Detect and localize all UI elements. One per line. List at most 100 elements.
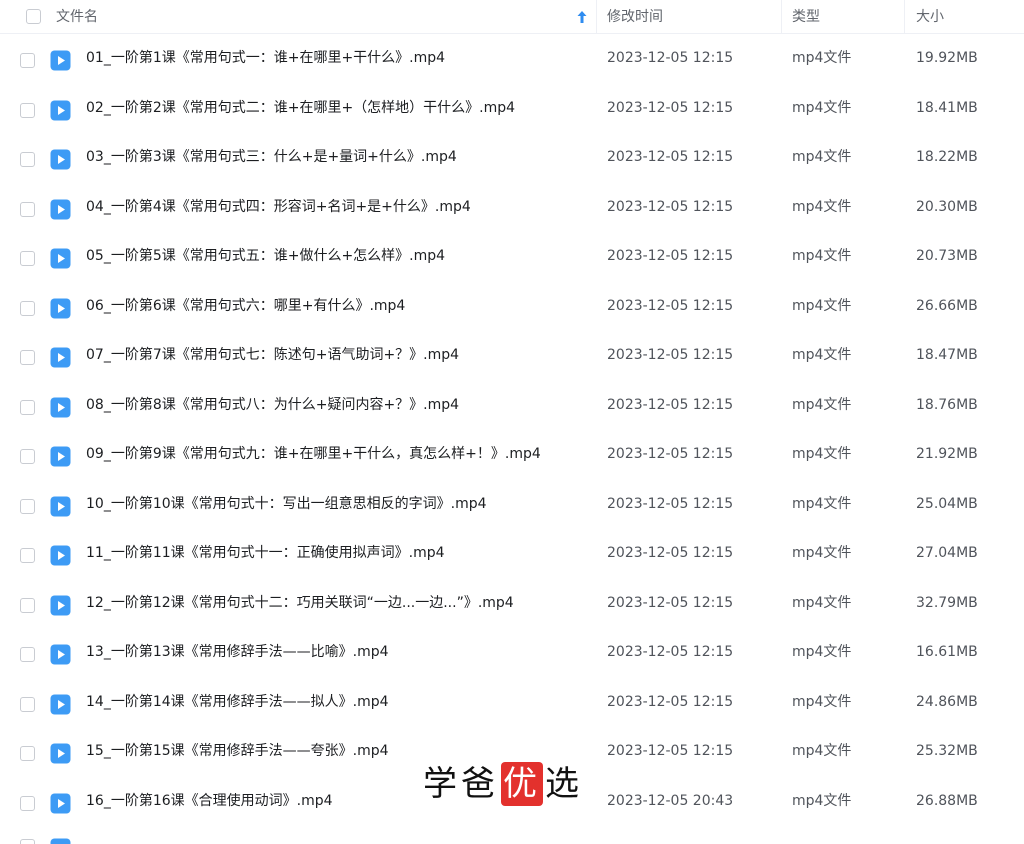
row-checkbox[interactable] (20, 102, 35, 118)
file-name[interactable]: 16_一阶第16课《合理使用动词》.mp4 (86, 777, 333, 827)
file-size: 26.88MB (916, 792, 978, 809)
header-modified-time[interactable]: 修改时间 (607, 0, 663, 34)
file-name[interactable]: 09_一阶第9课《常用句式九：谁+在哪里+干什么，真怎么样+！》.mp4 (86, 430, 541, 480)
file-type: mp4文件 (792, 545, 852, 561)
file-name[interactable]: 12_一阶第12课《常用句式十二：巧用关联词“一边...一边...”》.mp4 (86, 579, 514, 629)
file-modified-time: 2023-12-05 12:15 (607, 149, 734, 165)
file-row[interactable]: 03_一阶第3课《常用句式三：什么+是+量词+什么》.mp4 2023-12-0… (0, 133, 1024, 183)
sort-ascending-icon[interactable] (576, 10, 588, 24)
file-name[interactable]: 05_一阶第5课《常用句式五：谁+做什么+怎么样》.mp4 (86, 232, 445, 282)
header-size[interactable]: 大小 (916, 0, 944, 34)
row-checkbox[interactable] (20, 152, 35, 167)
file-name[interactable]: 14_一阶第14课《常用修辞手法——拟人》.mp4 (86, 678, 389, 728)
file-type: mp4文件 (792, 792, 852, 809)
file-row[interactable]: 04_一阶第4课《常用句式四：形容词+名词+是+什么》.mp4 2023-12-… (0, 183, 1024, 233)
file-row[interactable]: 09_一阶第9课《常用句式九：谁+在哪里+干什么，真怎么样+！》.mp4 202… (0, 430, 1024, 480)
file-type: mp4文件 (792, 743, 852, 759)
file-row[interactable]: 10_一阶第10课《常用句式十：写出一组意思相反的字词》.mp4 2023-12… (0, 480, 1024, 530)
file-type: mp4文件 (792, 248, 852, 264)
file-name[interactable]: 01_一阶第1课《常用句式一：谁+在哪里+干什么》.mp4 (86, 34, 445, 84)
file-row-partial[interactable] (0, 828, 1024, 844)
file-size: 25.32MB (916, 743, 978, 759)
file-type: mp4文件 (792, 99, 852, 116)
row-checkbox[interactable] (20, 597, 35, 613)
file-name[interactable]: 03_一阶第3课《常用句式三：什么+是+量词+什么》.mp4 (86, 133, 457, 183)
file-size: 18.47MB (916, 347, 978, 363)
video-file-icon (50, 793, 71, 813)
row-checkbox[interactable] (20, 696, 35, 712)
watermark-text-1: 学爸 (423, 764, 499, 804)
watermark-text-2: 选 (545, 764, 583, 804)
file-type: mp4文件 (792, 446, 852, 462)
file-name[interactable]: 06_一阶第6课《常用句式六：哪里+有什么》.mp4 (86, 282, 405, 332)
row-checkbox[interactable] (20, 498, 35, 514)
select-all-checkbox[interactable] (26, 9, 41, 24)
file-row[interactable]: 08_一阶第8课《常用句式八：为什么+疑问内容+？》.mp4 2023-12-0… (0, 381, 1024, 431)
file-modified-time: 2023-12-05 12:15 (607, 495, 734, 512)
video-file-icon (50, 248, 71, 269)
file-size: 27.04MB (916, 545, 978, 561)
video-file-icon (50, 694, 71, 714)
file-list-header: 文件名 修改时间 类型 大小 (0, 0, 1024, 34)
file-modified-time: 2023-12-05 12:15 (607, 50, 734, 66)
file-name[interactable]: 08_一阶第8课《常用句式八：为什么+疑问内容+？》.mp4 (86, 381, 459, 431)
video-file-icon (50, 743, 71, 764)
file-modified-time: 2023-12-05 12:15 (607, 446, 734, 462)
file-modified-time: 2023-12-05 12:15 (607, 644, 734, 660)
file-modified-time: 2023-12-05 12:15 (607, 594, 734, 611)
file-type: mp4文件 (792, 149, 852, 165)
watermark-logo: 学爸优选 (423, 762, 583, 806)
file-size: 20.30MB (916, 198, 978, 215)
file-modified-time: 2023-12-05 12:15 (607, 198, 734, 215)
file-row[interactable]: 14_一阶第14课《常用修辞手法——拟人》.mp4 2023-12-05 12:… (0, 678, 1024, 728)
file-modified-time: 2023-12-05 12:15 (607, 545, 734, 561)
row-checkbox[interactable] (20, 839, 35, 844)
column-divider[interactable] (904, 0, 905, 34)
file-type: mp4文件 (792, 594, 852, 611)
row-checkbox[interactable] (20, 746, 35, 761)
file-name[interactable]: 04_一阶第4课《常用句式四：形容词+名词+是+什么》.mp4 (86, 183, 471, 233)
file-size: 18.41MB (916, 99, 978, 116)
file-modified-time: 2023-12-05 20:43 (607, 792, 734, 809)
column-divider[interactable] (596, 0, 597, 34)
file-row[interactable]: 07_一阶第7课《常用句式七：陈述句+语气助词+？》.mp4 2023-12-0… (0, 331, 1024, 381)
row-checkbox[interactable] (20, 201, 35, 217)
file-row[interactable]: 05_一阶第5课《常用句式五：谁+做什么+怎么样》.mp4 2023-12-05… (0, 232, 1024, 282)
file-name[interactable]: 07_一阶第7课《常用句式七：陈述句+语气助词+？》.mp4 (86, 331, 459, 381)
file-size: 26.66MB (916, 297, 978, 314)
file-modified-time: 2023-12-05 12:15 (607, 347, 734, 363)
file-row[interactable]: 02_一阶第2课《常用句式二：谁+在哪里+（怎样地）干什么》.mp4 2023-… (0, 84, 1024, 134)
header-name[interactable]: 文件名 (56, 0, 98, 34)
file-type: mp4文件 (792, 347, 852, 363)
file-row[interactable]: 13_一阶第13课《常用修辞手法——比喻》.mp4 2023-12-05 12:… (0, 628, 1024, 678)
file-size: 24.86MB (916, 693, 978, 710)
file-name[interactable]: 10_一阶第10课《常用句式十：写出一组意思相反的字词》.mp4 (86, 480, 487, 530)
file-type: mp4文件 (792, 198, 852, 215)
header-type[interactable]: 类型 (792, 0, 820, 34)
watermark-highlight: 优 (501, 762, 543, 806)
video-file-icon (50, 199, 71, 219)
file-size: 19.92MB (916, 50, 978, 66)
file-modified-time: 2023-12-05 12:15 (607, 396, 734, 413)
file-name[interactable]: 02_一阶第2课《常用句式二：谁+在哪里+（怎样地）干什么》.mp4 (86, 84, 515, 134)
row-checkbox[interactable] (20, 399, 35, 415)
file-row[interactable]: 12_一阶第12课《常用句式十二：巧用关联词“一边...一边...”》.mp4 … (0, 579, 1024, 629)
file-name[interactable]: 15_一阶第15课《常用修辞手法——夸张》.mp4 (86, 727, 389, 777)
row-checkbox[interactable] (20, 251, 35, 266)
row-checkbox[interactable] (20, 449, 35, 464)
file-row[interactable]: 01_一阶第1课《常用句式一：谁+在哪里+干什么》.mp4 2023-12-05… (0, 34, 1024, 84)
row-checkbox[interactable] (20, 300, 35, 316)
row-checkbox[interactable] (20, 548, 35, 563)
video-file-icon (50, 446, 71, 467)
file-size: 16.61MB (916, 644, 978, 660)
file-name[interactable]: 13_一阶第13课《常用修辞手法——比喻》.mp4 (86, 628, 389, 678)
file-row[interactable]: 06_一阶第6课《常用句式六：哪里+有什么》.mp4 2023-12-05 12… (0, 282, 1024, 332)
file-row[interactable]: 11_一阶第11课《常用句式十一：正确使用拟声词》.mp4 2023-12-05… (0, 529, 1024, 579)
column-divider[interactable] (781, 0, 782, 34)
row-checkbox[interactable] (20, 53, 35, 68)
row-checkbox[interactable] (20, 350, 35, 365)
file-list: 文件名 修改时间 类型 大小 01_一阶第1课《常用句式一：谁+在哪里+干什么》… (0, 0, 1024, 844)
row-checkbox[interactable] (20, 795, 35, 811)
file-name[interactable]: 11_一阶第11课《常用句式十一：正确使用拟声词》.mp4 (86, 529, 445, 579)
row-checkbox[interactable] (20, 647, 35, 662)
